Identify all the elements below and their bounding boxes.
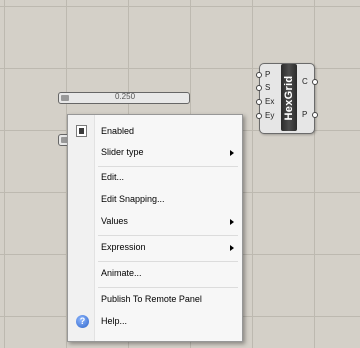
hexgrid-component[interactable]: HexGrid P S Ex Ey C P bbox=[256, 63, 318, 134]
submenu-arrow-icon bbox=[230, 150, 234, 156]
menu-label-expression: Expression bbox=[101, 242, 146, 252]
context-menu: Enabled Slider type Edit... Edit Snappin… bbox=[67, 114, 243, 342]
input-label-p: P bbox=[265, 70, 271, 79]
menu-item-publish[interactable]: Publish To Remote Panel bbox=[68, 290, 242, 310]
menu-item-help[interactable]: ? Help... bbox=[68, 312, 242, 332]
output-port-p[interactable] bbox=[312, 112, 318, 118]
menu-label-help: Help... bbox=[101, 316, 128, 326]
menu-label-enabled: Enabled bbox=[101, 126, 135, 136]
menu-item-slider-type[interactable]: Slider type bbox=[68, 143, 242, 163]
menu-item-enabled[interactable]: Enabled bbox=[68, 122, 242, 142]
menu-item-values[interactable]: Values bbox=[68, 212, 242, 232]
slider-grip-icon[interactable] bbox=[61, 95, 69, 101]
menu-item-edit-snapping[interactable]: Edit Snapping... bbox=[68, 190, 242, 210]
menu-separator bbox=[98, 287, 238, 288]
menu-label-edit: Edit... bbox=[101, 172, 125, 182]
submenu-arrow-icon bbox=[230, 219, 234, 225]
input-label-ex: Ex bbox=[265, 97, 275, 106]
output-label-p: P bbox=[302, 110, 308, 119]
menu-separator bbox=[98, 166, 238, 167]
input-port-s[interactable] bbox=[256, 85, 262, 91]
component-title: HexGrid bbox=[283, 75, 295, 121]
number-slider-1[interactable]: 0.250 bbox=[58, 92, 190, 104]
input-label-s: S bbox=[265, 83, 271, 92]
enabled-check-icon bbox=[76, 125, 87, 137]
input-port-p[interactable] bbox=[256, 72, 262, 78]
output-label-c: C bbox=[302, 77, 308, 86]
menu-label-values: Values bbox=[101, 216, 128, 226]
menu-label-animate: Animate... bbox=[101, 268, 142, 278]
menu-item-animate[interactable]: Animate... bbox=[68, 264, 242, 284]
output-port-c[interactable] bbox=[312, 79, 318, 85]
menu-item-expression[interactable]: Expression bbox=[68, 238, 242, 258]
input-port-ey[interactable] bbox=[256, 113, 262, 119]
input-port-ex[interactable] bbox=[256, 99, 262, 105]
menu-label-slider-type: Slider type bbox=[101, 147, 144, 157]
menu-separator bbox=[98, 235, 238, 236]
help-icon: ? bbox=[76, 315, 89, 328]
submenu-arrow-icon bbox=[230, 245, 234, 251]
menu-item-edit[interactable]: Edit... bbox=[68, 168, 242, 188]
input-label-ey: Ey bbox=[265, 111, 275, 120]
slider-value: 0.250 bbox=[115, 92, 136, 101]
menu-separator bbox=[98, 261, 238, 262]
menu-label-publish: Publish To Remote Panel bbox=[101, 294, 202, 304]
menu-label-edit-snapping: Edit Snapping... bbox=[101, 194, 165, 204]
